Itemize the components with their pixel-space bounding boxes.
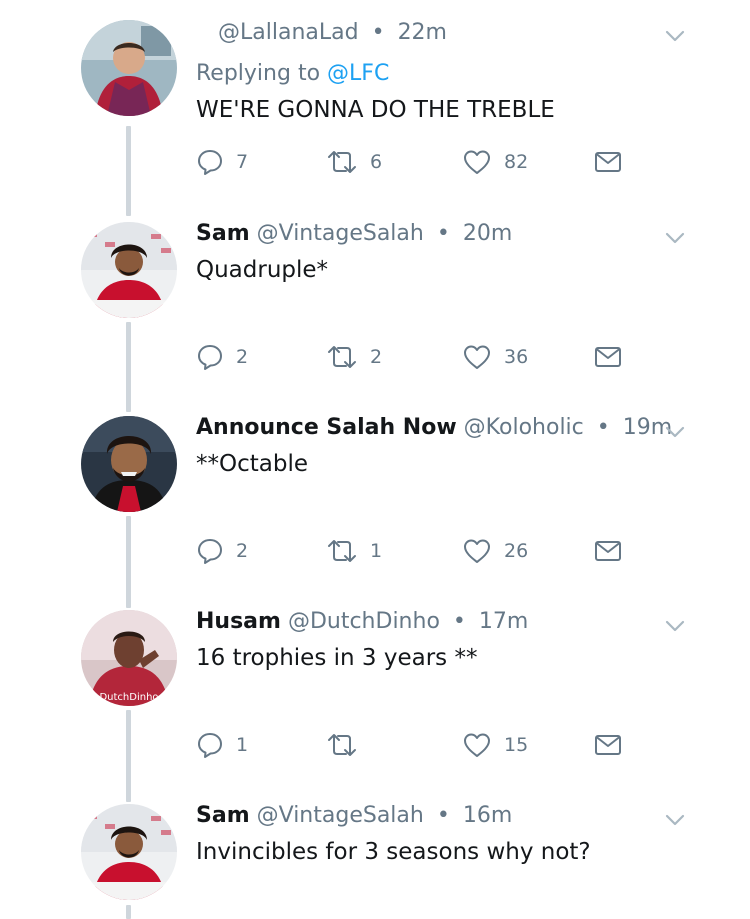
display-name[interactable]: Sam bbox=[196, 803, 250, 828]
reply-count: 1 bbox=[236, 734, 249, 756]
avatar-image bbox=[81, 20, 177, 116]
like-count: 15 bbox=[504, 734, 529, 756]
separator-dot: • bbox=[436, 803, 450, 828]
direct-message-icon bbox=[594, 150, 622, 174]
separator-dot: • bbox=[452, 609, 466, 634]
reply-count: 7 bbox=[236, 151, 249, 173]
tweet-header: Sam @VintageSalah • 16m bbox=[196, 801, 512, 831]
tweet-text: Invincibles for 3 seasons why not? bbox=[196, 839, 591, 865]
avatar[interactable] bbox=[81, 222, 177, 318]
user-handle[interactable]: @VintageSalah bbox=[257, 803, 424, 828]
retweet-button[interactable] bbox=[326, 727, 370, 763]
like-count: 36 bbox=[504, 346, 529, 368]
retweet-count: 1 bbox=[370, 540, 383, 562]
tweet[interactable]: DutchDinho Husam @DutchDinho • 17m 16 tr… bbox=[0, 588, 750, 782]
direct-message-icon bbox=[594, 345, 622, 369]
like-button[interactable]: 15 bbox=[462, 727, 528, 763]
retweet-count: 2 bbox=[370, 346, 383, 368]
reply-icon bbox=[196, 148, 224, 176]
tweet-text: **Octable bbox=[196, 451, 309, 477]
caret-down-icon[interactable] bbox=[665, 812, 685, 826]
retweet-icon bbox=[326, 343, 358, 371]
tweet-header: Husam @DutchDinho • 17m bbox=[196, 607, 528, 637]
avatar-image: DutchDinho bbox=[81, 610, 177, 706]
like-icon bbox=[462, 731, 492, 759]
avatar[interactable] bbox=[81, 804, 177, 900]
separator-dot: • bbox=[371, 20, 385, 45]
like-icon bbox=[462, 148, 492, 176]
avatar[interactable] bbox=[81, 416, 177, 512]
tweet-actions: 2 1 26 bbox=[196, 533, 636, 569]
tweet[interactable]: @LallanaLad • 22m Replying to @LFC WE'RE… bbox=[0, 0, 750, 200]
mention-link[interactable]: @LFC bbox=[327, 61, 389, 86]
reply-icon bbox=[196, 731, 224, 759]
reply-button[interactable]: 2 bbox=[196, 533, 248, 569]
tweet-actions: 1 15 bbox=[196, 727, 636, 763]
user-handle[interactable]: @DutchDinho bbox=[288, 609, 440, 634]
replying-to: Replying to @LFC bbox=[196, 59, 389, 89]
avatar-watermark: DutchDinho bbox=[99, 692, 158, 703]
caret-down-icon[interactable] bbox=[665, 618, 685, 632]
avatar[interactable]: DutchDinho bbox=[81, 610, 177, 706]
display-name[interactable]: Sam bbox=[196, 221, 250, 246]
like-count: 82 bbox=[504, 151, 529, 173]
caret-down-icon[interactable] bbox=[665, 28, 685, 42]
like-count: 26 bbox=[504, 540, 529, 562]
retweet-count: 6 bbox=[370, 151, 383, 173]
tweet-header: Announce Salah Now @Koloholic • 19m bbox=[196, 413, 672, 443]
avatar-image bbox=[81, 222, 177, 318]
separator-dot: • bbox=[436, 221, 450, 246]
retweet-icon bbox=[326, 731, 358, 759]
replying-to-label: Replying to bbox=[196, 61, 321, 86]
tweet-header: Sam @VintageSalah • 20m bbox=[196, 219, 512, 249]
tweet-actions: 2 2 36 bbox=[196, 339, 636, 375]
avatar-image bbox=[81, 804, 177, 900]
tweet-text: 16 trophies in 3 years ** bbox=[196, 645, 478, 671]
tweet[interactable]: Sam @VintageSalah • 20m Quadruple* 2 2 3… bbox=[0, 200, 750, 394]
direct-message-button[interactable] bbox=[594, 533, 622, 569]
like-icon bbox=[462, 343, 492, 371]
retweet-button[interactable]: 2 bbox=[326, 339, 382, 375]
direct-message-button[interactable] bbox=[594, 339, 622, 375]
timestamp[interactable]: 20m bbox=[463, 221, 512, 246]
direct-message-button[interactable] bbox=[594, 727, 622, 763]
user-handle[interactable]: @LallanaLad bbox=[218, 20, 359, 45]
separator-dot: • bbox=[596, 415, 610, 440]
timestamp[interactable]: 17m bbox=[479, 609, 528, 634]
retweet-button[interactable]: 1 bbox=[326, 533, 382, 569]
tweet-actions: 7 6 82 bbox=[196, 144, 636, 180]
reply-button[interactable]: 7 bbox=[196, 144, 248, 180]
direct-message-button[interactable] bbox=[594, 144, 622, 180]
retweet-button[interactable]: 6 bbox=[326, 144, 382, 180]
direct-message-icon bbox=[594, 539, 622, 563]
tweet[interactable]: Sam @VintageSalah • 16m Invincibles for … bbox=[0, 782, 750, 919]
avatar-image bbox=[81, 416, 177, 512]
user-handle[interactable]: @VintageSalah bbox=[257, 221, 424, 246]
tweet-text: WE'RE GONNA DO THE TREBLE bbox=[196, 97, 555, 123]
tweet-text: Quadruple* bbox=[196, 257, 329, 283]
direct-message-icon bbox=[594, 733, 622, 757]
user-handle[interactable]: @Koloholic bbox=[464, 415, 584, 440]
caret-down-icon[interactable] bbox=[665, 230, 685, 244]
tweet[interactable]: Announce Salah Now @Koloholic • 19m **Oc… bbox=[0, 394, 750, 588]
like-button[interactable]: 36 bbox=[462, 339, 528, 375]
like-icon bbox=[462, 537, 492, 565]
retweet-icon bbox=[326, 148, 358, 176]
timestamp[interactable]: 16m bbox=[463, 803, 512, 828]
reply-icon bbox=[196, 537, 224, 565]
retweet-icon bbox=[326, 537, 358, 565]
tweet-header: @LallanaLad • 22m bbox=[196, 18, 447, 48]
display-name[interactable]: Husam bbox=[196, 609, 281, 634]
caret-down-icon[interactable] bbox=[665, 424, 685, 438]
avatar[interactable] bbox=[81, 20, 177, 116]
display-name[interactable]: Announce Salah Now bbox=[196, 415, 457, 440]
like-button[interactable]: 82 bbox=[462, 144, 528, 180]
reply-button[interactable]: 1 bbox=[196, 727, 248, 763]
reply-count: 2 bbox=[236, 346, 249, 368]
reply-count: 2 bbox=[236, 540, 249, 562]
reply-icon bbox=[196, 343, 224, 371]
timestamp[interactable]: 22m bbox=[398, 20, 447, 45]
like-button[interactable]: 26 bbox=[462, 533, 528, 569]
reply-button[interactable]: 2 bbox=[196, 339, 248, 375]
